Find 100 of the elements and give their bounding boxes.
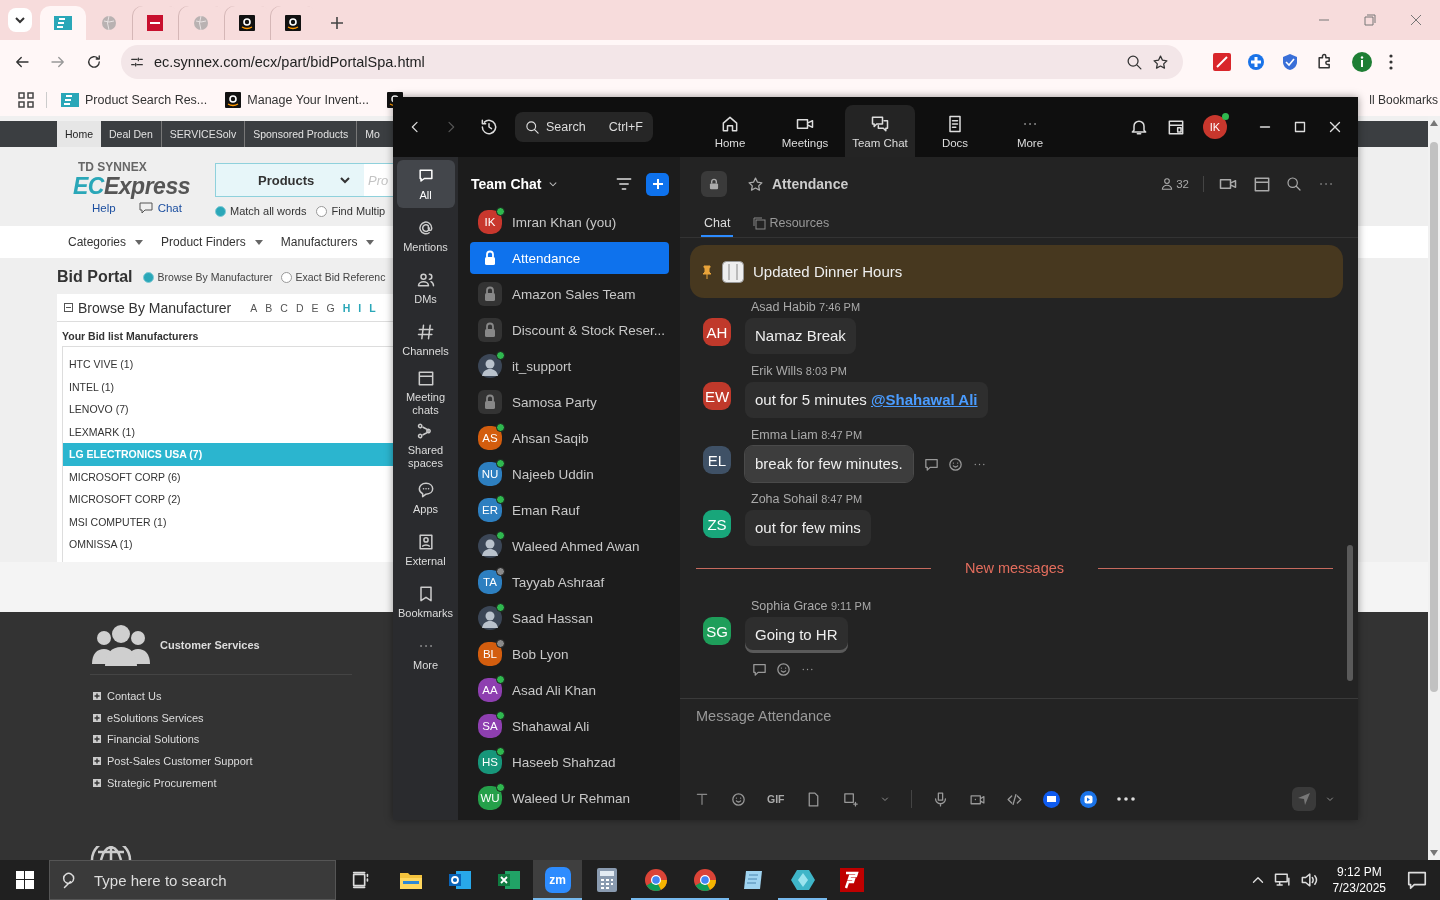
apps-grid-icon[interactable]: [18, 92, 34, 108]
new-tab-icon[interactable]: [330, 16, 344, 30]
extension-icon[interactable]: [1247, 53, 1265, 71]
more-icon[interactable]: [1116, 797, 1135, 801]
history-icon[interactable]: [479, 117, 499, 137]
bookmark[interactable]: Product Search Res...: [61, 93, 208, 107]
zoom-icon[interactable]: [1126, 53, 1143, 71]
radio-button[interactable]: [280, 271, 292, 283]
message-sender[interactable]: Erik Wills 8:03 PM: [745, 364, 988, 379]
letter-filter[interactable]: A: [250, 301, 258, 314]
sidebar-item[interactable]: More: [396, 630, 455, 678]
taskbar-search-field[interactable]: Type here to search: [49, 860, 336, 900]
gif-button[interactable]: GIF: [767, 793, 785, 805]
letter-filter[interactable]: G: [326, 301, 335, 314]
menu-icon[interactable]: [1389, 54, 1393, 70]
reload-icon[interactable]: [85, 53, 103, 71]
app-icon[interactable]: [1042, 790, 1060, 808]
manufacturer-item[interactable]: MICROSOFT CORP (6): [63, 465, 393, 488]
chat-list-item[interactable]: AS Ahsan Saqib: [470, 422, 669, 454]
people-icon[interactable]: [415, 270, 436, 290]
top-nav-tab[interactable]: Docs: [920, 105, 990, 157]
top-nav-tab[interactable]: Meetings: [770, 105, 840, 157]
search-field[interactable]: Search Ctrl+F: [515, 112, 653, 142]
sidebar-item[interactable]: Apps: [396, 474, 455, 522]
list-title[interactable]: Team Chat: [471, 176, 542, 192]
site-nav-tab[interactable]: Home: [57, 121, 101, 147]
chat-list-item[interactable]: BL Bob Lyon: [470, 638, 669, 670]
radio-option[interactable]: Browse By Manufacturer: [142, 271, 273, 283]
chat-list-item[interactable]: IK Imran Khan (you): [470, 206, 669, 238]
chat-list-item[interactable]: SA Shahawal Ali: [470, 710, 669, 742]
footer-link[interactable]: Post-Sales Customer Support: [107, 754, 253, 767]
all-bookmarks-link[interactable]: ll Bookmarks: [1369, 93, 1440, 107]
star-icon[interactable]: [747, 175, 764, 193]
chat-list-item[interactable]: Samosa Party: [470, 386, 669, 418]
menu-dropdown[interactable]: Manufacturers: [280, 235, 375, 249]
radio-option[interactable]: Find Multip: [316, 205, 386, 217]
text-format-icon[interactable]: [694, 791, 710, 807]
site-logo[interactable]: ECExpress: [73, 174, 215, 198]
sidebar-item[interactable]: Shared spaces: [396, 421, 455, 470]
message-input[interactable]: Message Attendance: [680, 699, 1358, 777]
notifications-icon[interactable]: [1406, 869, 1428, 891]
message-sender[interactable]: Emma Liam 8:47 PM: [745, 428, 988, 443]
sidebar-item[interactable]: External: [396, 526, 455, 574]
chat-list-item[interactable]: ER Eman Rauf: [470, 494, 669, 526]
search-icon[interactable]: [1286, 176, 1302, 192]
message-sender[interactable]: Asad Habib 7:46 PM: [745, 300, 861, 315]
site-info-icon[interactable]: [129, 54, 145, 70]
scroll-down-icon[interactable]: [1430, 850, 1438, 856]
tab-search-button[interactable]: [8, 8, 32, 32]
menu-dropdown[interactable]: Categories: [68, 235, 144, 249]
top-nav-tab[interactable]: Home: [695, 105, 765, 157]
site-nav-tab[interactable]: Mo: [357, 121, 388, 147]
screenshot-icon[interactable]: [841, 790, 859, 808]
chat-list-item[interactable]: Attendance: [470, 242, 669, 274]
manufacturer-item[interactable]: OMNISSA (1): [63, 533, 393, 556]
top-nav-tab[interactable]: Team Chat: [845, 105, 915, 157]
channel-tab[interactable]: Resources: [749, 211, 833, 237]
radio-option[interactable]: Exact Bid Referenc: [280, 271, 386, 283]
send-button[interactable]: [1292, 787, 1316, 811]
chat-list-item[interactable]: it_support: [470, 350, 669, 382]
chat-link[interactable]: Chat: [157, 202, 182, 214]
emoji-icon[interactable]: [730, 790, 747, 808]
menu-dropdown[interactable]: Product Finders: [161, 235, 263, 249]
radio-option[interactable]: Match all words: [215, 205, 307, 217]
scrollbar[interactable]: [1428, 116, 1440, 860]
footer-link[interactable]: eSolutions Services: [107, 711, 204, 724]
chat-list-item[interactable]: HS Haseeb Shahzad: [470, 746, 669, 778]
emoji-icon[interactable]: [775, 661, 792, 678]
chat-list-item[interactable]: Discount & Stock Reser...: [470, 314, 669, 346]
profile-avatar[interactable]: IK: [1203, 115, 1227, 139]
address-bar[interactable]: ec.synnex.com/ecx/part/bidPortalSpa.html: [121, 45, 1183, 79]
help-link[interactable]: Help: [92, 202, 116, 214]
chat-list-item[interactable]: WU Waleed Ur Rehman: [470, 782, 669, 814]
new-chat-button[interactable]: [646, 172, 669, 196]
radio-button[interactable]: [142, 271, 154, 283]
sidebar-item[interactable]: Bookmarks: [396, 578, 455, 626]
members-button[interactable]: 32: [1160, 177, 1189, 191]
letter-filter[interactable]: E: [311, 301, 319, 314]
scrollbar-thumb[interactable]: [1347, 545, 1353, 681]
hash-icon[interactable]: [415, 322, 436, 342]
manufacturer-item[interactable]: MSI COMPUTER (1): [63, 510, 393, 533]
chat-list-item[interactable]: Amazon Sales Team: [470, 278, 669, 310]
bookmark[interactable]: Manage Your Invent...: [225, 92, 369, 108]
chat-list-item[interactable]: AA Asad Ali Khan: [470, 674, 669, 706]
sidebar-item[interactable]: DMs: [396, 264, 455, 312]
app-icon[interactable]: [1079, 790, 1097, 808]
sidebar-item[interactable]: Meeting chats: [396, 368, 455, 417]
sidebar-item[interactable]: Mentions: [396, 212, 455, 260]
person-icon[interactable]: [1160, 177, 1175, 191]
radio-button[interactable]: [215, 205, 226, 217]
reply-icon[interactable]: [751, 661, 768, 678]
clock[interactable]: 9:12 PM 7/23/2025: [1332, 864, 1386, 896]
message-sender[interactable]: Sophia Grace 9:11 PM: [745, 599, 872, 614]
pdf-extension-icon[interactable]: [1213, 53, 1231, 71]
emoji-icon[interactable]: [946, 455, 964, 473]
letter-filter[interactable]: C: [280, 301, 288, 314]
sidebar-item[interactable]: Channels: [396, 316, 455, 364]
profile-icon[interactable]: [1351, 51, 1373, 73]
letter-filter[interactable]: B: [265, 301, 273, 314]
footer-link[interactable]: Strategic Procurement: [107, 776, 217, 789]
